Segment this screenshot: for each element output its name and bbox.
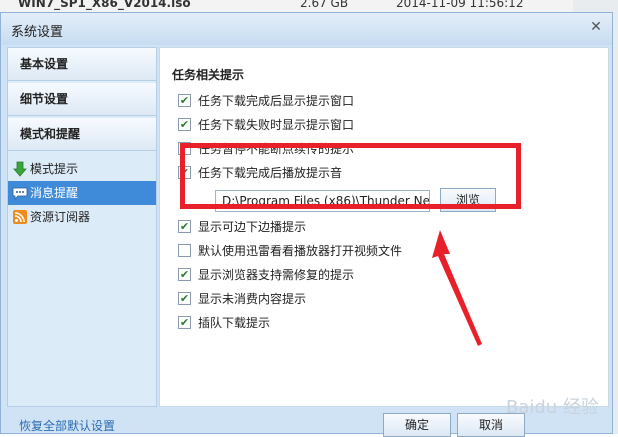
message-icon [12, 187, 28, 200]
green-arrow-down-icon [13, 161, 27, 177]
checkbox[interactable]: ✔ [178, 292, 191, 305]
option-label: 插队下载提示 [198, 316, 271, 330]
option-browser-repair[interactable]: ✔ 显示浏览器支持需修复的提示 [178, 266, 355, 284]
option-unconsumed-content[interactable]: ✔ 显示未消费内容提示 [178, 290, 307, 308]
settings-sidebar: 基本设置 细节设置 模式和提醒 模式提示 消息提醒 资源订阅器 [7, 47, 157, 407]
sidebar-item-resource-subscriber[interactable]: 资源订阅器 [8, 205, 156, 229]
option-label: 显示浏览器支持需修复的提示 [198, 268, 355, 282]
file-size: 2.67 GB [300, 0, 349, 10]
option-queue-jump[interactable]: ✔ 插队下载提示 [178, 314, 271, 332]
watermark: Baidu 经验 [506, 397, 599, 418]
highlight-box [180, 143, 521, 209]
option-play-while-download[interactable]: ✔ 显示可边下边播提示 [178, 218, 307, 236]
checkbox[interactable]: ✔ [178, 268, 191, 281]
restore-defaults-link[interactable]: 恢复全部默认设置 [19, 417, 115, 434]
checkbox[interactable] [178, 244, 191, 257]
red-arrow-annotation [432, 230, 482, 346]
sidebar-item-label: 资源订阅器 [30, 210, 91, 224]
file-date: 2014-11-09 11:56:12 [396, 0, 524, 10]
sidebar-category-mode-reminder[interactable]: 模式和提醒 [8, 118, 156, 151]
rss-icon [13, 210, 27, 224]
checkbox[interactable]: ✔ [178, 220, 191, 233]
title-bar: 系统设置 ✕ [1, 13, 612, 45]
checkbox[interactable]: ✔ [178, 94, 191, 107]
sidebar-category-basic[interactable]: 基本设置 [8, 48, 156, 81]
sidebar-item-message-reminder[interactable]: 消息提醒 [8, 181, 156, 205]
option-label: 任务下载失败时显示提示窗口 [198, 118, 355, 132]
background-file-row: WIN7_SP1_X86_V2014.iso 2.67 GB 2014-11-0… [0, 0, 618, 12]
dialog-title: 系统设置 [11, 25, 64, 40]
ok-button[interactable]: 确定 [383, 413, 451, 437]
option-label: 默认使用迅雷看看播放器打开视频文件 [198, 244, 403, 258]
sidebar-item-mode-tip[interactable]: 模式提示 [8, 157, 156, 181]
file-name: WIN7_SP1_X86_V2014.iso [18, 0, 191, 10]
checkbox[interactable]: ✔ [178, 118, 191, 131]
sidebar-item-label: 模式提示 [30, 162, 79, 176]
sidebar-item-label: 消息提醒 [30, 186, 79, 200]
option-download-complete-window[interactable]: ✔ 任务下载完成后显示提示窗口 [178, 92, 355, 110]
settings-dialog: 系统设置 ✕ 基本设置 细节设置 模式和提醒 模式提示 消息提醒 资源订阅器 任… [0, 12, 613, 437]
section-title: 任务相关提示 [172, 68, 245, 82]
sidebar-category-detail[interactable]: 细节设置 [8, 83, 156, 116]
option-label: 显示可边下边播提示 [198, 220, 307, 234]
option-label: 任务下载完成后显示提示窗口 [198, 94, 355, 108]
close-button[interactable]: ✕ [586, 17, 606, 37]
option-default-player[interactable]: 默认使用迅雷看看播放器打开视频文件 [178, 242, 403, 260]
settings-content: 任务相关提示 ✔ 任务下载完成后显示提示窗口 ✔ 任务下载失败时显示提示窗口 ✔… [159, 47, 609, 407]
option-download-failed-window[interactable]: ✔ 任务下载失败时显示提示窗口 [178, 116, 355, 134]
option-label: 显示未消费内容提示 [198, 292, 307, 306]
checkbox[interactable]: ✔ [178, 316, 191, 329]
